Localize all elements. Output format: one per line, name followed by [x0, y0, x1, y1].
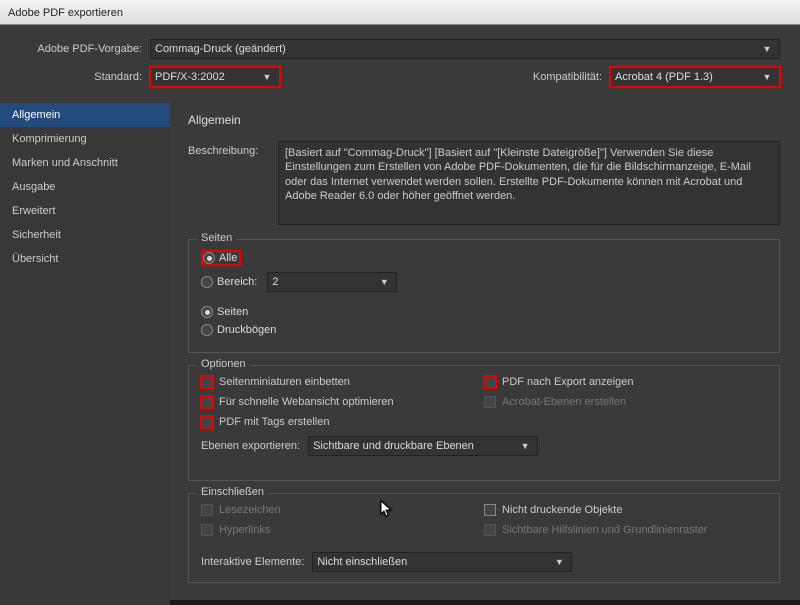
pages-range-dropdown[interactable]: 2 ▼: [267, 272, 397, 292]
pages-pages-radio[interactable]: [201, 306, 213, 318]
embed-thumbs-label: Seitenminiaturen einbetten: [219, 376, 350, 388]
panel-heading: Allgemein: [188, 113, 780, 127]
acrobat-layers-checkbox: [484, 396, 496, 408]
chevron-down-icon: ▼: [759, 72, 775, 82]
compat-label: Kompatibilität:: [533, 71, 610, 83]
sidebar-item-sicherheit[interactable]: Sicherheit: [0, 223, 170, 247]
description-textarea[interactable]: [Basiert auf "Commag-Druck"] [Basiert au…: [278, 141, 780, 225]
compat-value: Acrobat 4 (PDF 1.3): [615, 71, 713, 83]
sidebar-item-allgemein[interactable]: Allgemein: [0, 103, 170, 127]
pages-spreads-radio[interactable]: [201, 324, 213, 336]
pages-range-value: 2: [272, 276, 278, 288]
include-legend: Einschließen: [197, 486, 268, 498]
dialog-body: Allgemein Komprimierung Marken und Ansch…: [0, 103, 800, 605]
dialog-window: Adobe PDF exportieren Adobe PDF-Vorgabe:…: [0, 0, 800, 600]
hyperlinks-checkbox: [201, 524, 213, 536]
preset-label: Adobe PDF-Vorgabe:: [20, 43, 150, 55]
tagged-pdf-checkbox[interactable]: [201, 416, 213, 428]
include-fieldset: Einschließen Lesezeichen Hyperlinks: [188, 493, 780, 583]
hyperlinks-label: Hyperlinks: [219, 524, 270, 536]
interactive-value: Nicht einschließen: [317, 556, 407, 568]
chevron-down-icon: ▼: [759, 44, 775, 54]
window-titlebar: Adobe PDF exportieren: [0, 0, 800, 25]
export-layers-value: Sichtbare und druckbare Ebenen: [313, 440, 474, 452]
pages-legend: Seiten: [197, 232, 236, 244]
window-title: Adobe PDF exportieren: [8, 7, 123, 19]
standard-dropdown[interactable]: PDF/X-3:2002 ▼: [150, 67, 280, 87]
options-fieldset: Optionen Seitenminiaturen einbetten Für …: [188, 365, 780, 481]
sidebar-item-komprimierung[interactable]: Komprimierung: [0, 127, 170, 151]
sidebar-item-uebersicht[interactable]: Übersicht: [0, 247, 170, 271]
description-text: [Basiert auf "Commag-Druck"] [Basiert au…: [285, 147, 751, 202]
preset-value: Commag-Druck (geändert): [155, 43, 286, 55]
pages-range-radio[interactable]: [201, 276, 213, 288]
all-highlight: Alle: [201, 250, 241, 266]
sidebar: Allgemein Komprimierung Marken und Ansch…: [0, 103, 170, 605]
nonprinting-checkbox[interactable]: [484, 504, 496, 516]
content-panel: Allgemein Beschreibung: [Basiert auf "Co…: [170, 103, 800, 605]
pages-all-radio[interactable]: [203, 252, 215, 264]
acrobat-layers-label: Acrobat-Ebenen erstellen: [502, 396, 626, 408]
description-label: Beschreibung:: [188, 141, 278, 225]
interactive-label: Interaktive Elemente:: [201, 556, 304, 568]
pages-range-label: Bereich:: [217, 276, 257, 288]
sidebar-item-erweitert[interactable]: Erweitert: [0, 199, 170, 223]
pages-all-label: Alle: [219, 252, 237, 264]
export-layers-label: Ebenen exportieren:: [201, 440, 300, 452]
chevron-down-icon: ▼: [551, 557, 567, 567]
chevron-down-icon: ▼: [517, 441, 533, 451]
pages-pages-label: Seiten: [217, 306, 248, 318]
options-legend: Optionen: [197, 358, 250, 370]
view-after-label: PDF nach Export anzeigen: [502, 376, 633, 388]
standard-value: PDF/X-3:2002: [155, 71, 225, 83]
pages-fieldset: Seiten Alle Bereich: 2 ▼: [188, 239, 780, 353]
interactive-dropdown[interactable]: Nicht einschließen ▼: [312, 552, 572, 572]
sidebar-item-marken[interactable]: Marken und Anschnitt: [0, 151, 170, 175]
topbar: Adobe PDF-Vorgabe: Commag-Druck (geänder…: [0, 25, 800, 103]
fast-web-checkbox[interactable]: [201, 396, 213, 408]
standard-label: Standard:: [20, 71, 150, 83]
bookmarks-label: Lesezeichen: [219, 504, 281, 516]
compat-dropdown[interactable]: Acrobat 4 (PDF 1.3) ▼: [610, 67, 780, 87]
fast-web-label: Für schnelle Webansicht optimieren: [219, 396, 394, 408]
preset-dropdown[interactable]: Commag-Druck (geändert) ▼: [150, 39, 780, 59]
sidebar-item-ausgabe[interactable]: Ausgabe: [0, 175, 170, 199]
nonprinting-label: Nicht druckende Objekte: [502, 504, 622, 516]
chevron-down-icon: ▼: [376, 277, 392, 287]
guides-checkbox: [484, 524, 496, 536]
view-after-checkbox[interactable]: [484, 376, 496, 388]
pages-spreads-label: Druckbögen: [217, 324, 276, 336]
tagged-pdf-label: PDF mit Tags erstellen: [219, 416, 329, 428]
chevron-down-icon: ▼: [259, 72, 275, 82]
embed-thumbs-checkbox[interactable]: [201, 376, 213, 388]
guides-label: Sichtbare Hilfslinien und Grundlinienras…: [502, 524, 707, 536]
export-layers-dropdown[interactable]: Sichtbare und druckbare Ebenen ▼: [308, 436, 538, 456]
bookmarks-checkbox: [201, 504, 213, 516]
